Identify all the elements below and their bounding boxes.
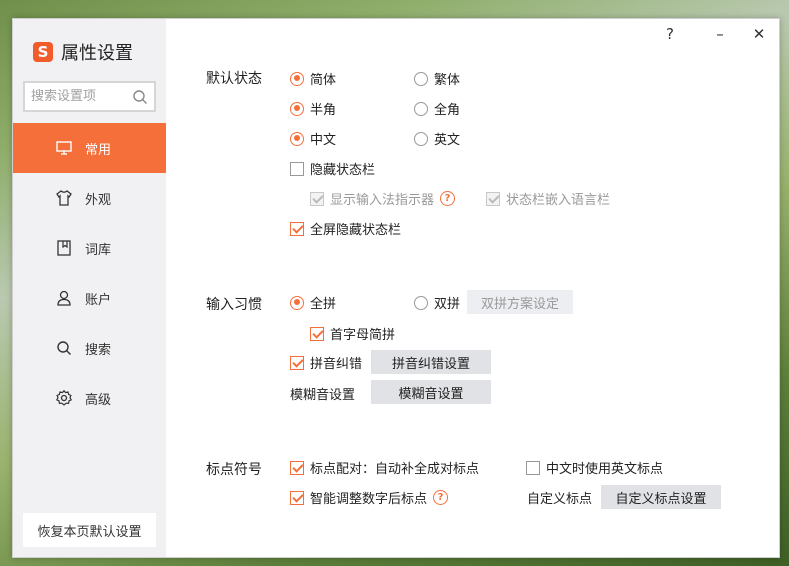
checkbox-pinyin-correction[interactable]: 拼音纠错 [290, 353, 362, 372]
reset-defaults-button[interactable]: 恢复本页默认设置 [23, 513, 156, 547]
sidebar-item-general[interactable]: 常用 [13, 123, 166, 173]
sidebar-item-label: 外观 [85, 192, 112, 208]
section-default-state: 默认状态 [206, 71, 262, 87]
search-box[interactable] [23, 81, 156, 112]
option-label: 中文 [310, 133, 337, 148]
sidebar-item-advanced[interactable]: 高级 [13, 373, 166, 423]
shirt-icon [56, 190, 72, 206]
fuzzy-sound-label: 模糊音设置 [290, 388, 356, 403]
sidebar-nav: 常用 外观 词库 账户 搜索 高级 [13, 123, 166, 423]
sidebar-item-label: 账户 [85, 292, 112, 308]
sogou-logo-icon: S [33, 42, 53, 62]
checkbox[interactable] [290, 355, 304, 370]
checkbox-initial-abbr[interactable]: 首字母简拼 [310, 324, 395, 343]
option-label: 隐藏状态栏 [310, 163, 376, 178]
radio-fullwidth[interactable]: 全角 [414, 99, 460, 118]
checkbox-english-punct[interactable]: 中文时使用英文标点 [526, 458, 663, 477]
help-icon[interactable]: ? [433, 490, 449, 505]
book-icon [57, 240, 71, 256]
option-label: 简体 [310, 73, 337, 88]
option-label: 繁体 [434, 73, 461, 88]
option-label: 状态栏嵌入语言栏 [506, 193, 611, 208]
radio-traditional[interactable]: 繁体 [414, 69, 460, 88]
sidebar-item-account[interactable]: 账户 [13, 273, 166, 323]
option-label: 中文时使用英文标点 [546, 462, 664, 477]
sidebar-item-search[interactable]: 搜索 [13, 323, 166, 373]
option-label: 全角 [434, 103, 461, 118]
radio-button[interactable] [414, 101, 428, 116]
checkbox[interactable] [310, 191, 324, 206]
sidebar: S 属性设置 常用 外观 [13, 19, 166, 557]
sidebar-item-label: 高级 [85, 392, 112, 408]
pinyin-correction-settings-button[interactable]: 拼音纠错设置 [371, 350, 491, 374]
sidebar-item-dictionary[interactable]: 词库 [13, 223, 166, 273]
search-icon [57, 341, 71, 355]
option-label: 拼音纠错 [310, 357, 363, 372]
checkbox[interactable] [310, 326, 324, 341]
checkbox[interactable] [290, 490, 304, 505]
settings-window: S 属性设置 常用 外观 [12, 18, 780, 558]
radio-shuangpin[interactable]: 双拼 [414, 293, 460, 312]
radio-quanpin[interactable]: 全拼 [290, 293, 336, 312]
option-label: 首字母简拼 [330, 328, 396, 343]
radio-button[interactable] [414, 295, 428, 310]
user-icon [57, 290, 71, 306]
radio-button[interactable] [414, 131, 428, 146]
custom-punct-settings-button[interactable]: 自定义标点设置 [601, 485, 721, 509]
option-label: 全拼 [310, 297, 337, 312]
sidebar-item-label: 常用 [85, 142, 112, 158]
option-label: 半角 [310, 103, 337, 118]
section-input-habit: 输入习惯 [206, 297, 262, 313]
checkbox[interactable] [290, 221, 304, 236]
help-icon[interactable]: ? [440, 191, 456, 206]
checkbox-show-indicator[interactable]: 显示输入法指示器 ? [310, 189, 456, 208]
checkbox-smart-digit[interactable]: 智能调整数字后标点 ? [290, 488, 449, 507]
option-label: 显示输入法指示器 [330, 193, 435, 208]
checkbox[interactable] [486, 191, 500, 206]
checkbox-punct-pairing[interactable]: 标点配对：自动补全成对标点 [290, 458, 479, 477]
gear-icon [55, 389, 73, 406]
radio-button[interactable] [414, 71, 428, 86]
sidebar-item-label: 词库 [85, 242, 112, 258]
brand: S 属性设置 [33, 39, 133, 65]
checkbox[interactable] [526, 460, 540, 475]
option-label: 英文 [434, 133, 461, 148]
search-icon[interactable] [132, 89, 148, 105]
radio-button[interactable] [290, 71, 304, 86]
option-label: 全屏隐藏状态栏 [310, 223, 402, 238]
search-input[interactable] [31, 89, 131, 104]
radio-button[interactable] [290, 131, 304, 146]
section-punctuation: 标点符号 [206, 462, 262, 478]
shuangpin-settings-button[interactable]: 双拼方案设定 [467, 290, 574, 314]
settings-content: 默认状态 简体 繁体 半角 全角 中文 英文 隐藏状态栏 显示输入法指示器 ? … [166, 19, 779, 557]
custom-punct-label: 自定义标点 [527, 492, 593, 507]
checkbox-fullscreen-hide[interactable]: 全屏隐藏状态栏 [290, 219, 401, 238]
radio-english[interactable]: 英文 [414, 129, 460, 148]
option-label: 双拼 [434, 297, 461, 312]
radio-chinese[interactable]: 中文 [290, 129, 336, 148]
monitor-icon [56, 141, 72, 155]
app-title: 属性设置 [61, 43, 133, 64]
sidebar-item-appearance[interactable]: 外观 [13, 173, 166, 223]
radio-button[interactable] [290, 295, 304, 310]
radio-simplified[interactable]: 简体 [290, 69, 336, 88]
radio-button[interactable] [290, 101, 304, 116]
option-label: 标点配对：自动补全成对标点 [310, 462, 480, 477]
option-label: 智能调整数字后标点 [310, 492, 428, 507]
sidebar-item-label: 搜索 [85, 342, 112, 358]
checkbox[interactable] [290, 460, 304, 475]
radio-halfwidth[interactable]: 半角 [290, 99, 336, 118]
checkbox[interactable] [290, 161, 304, 176]
checkbox-statusbar-embed[interactable]: 状态栏嵌入语言栏 [486, 189, 610, 208]
fuzzy-sound-settings-button[interactable]: 模糊音设置 [371, 380, 491, 404]
checkbox-hide-statusbar[interactable]: 隐藏状态栏 [290, 159, 375, 178]
